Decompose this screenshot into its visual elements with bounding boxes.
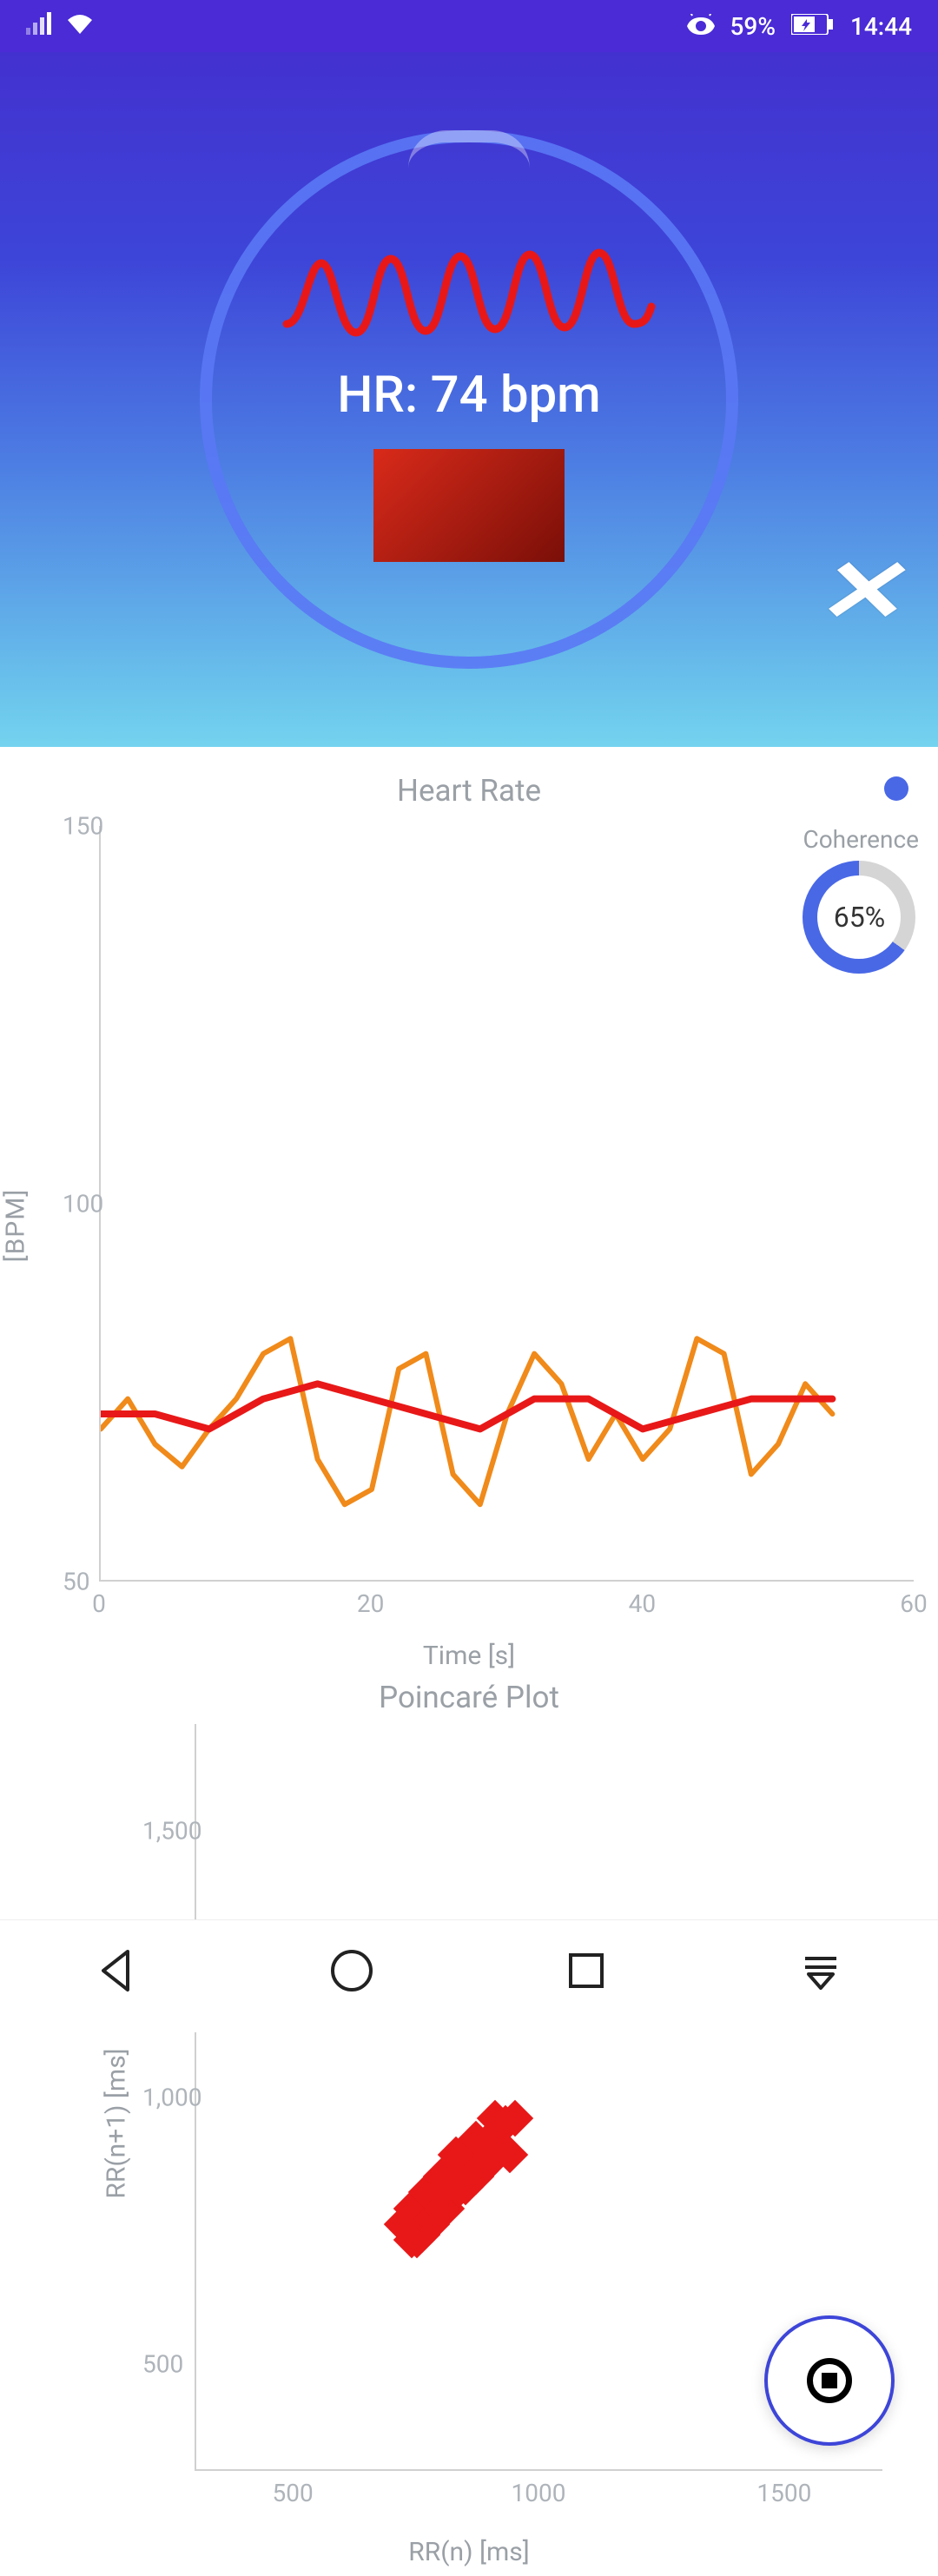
x-tick: 40 xyxy=(629,1589,656,1618)
poincare-title: Poincaré Plot xyxy=(21,1680,917,1715)
wifi-icon xyxy=(65,12,95,41)
hr-ring: HR: 74 bpm xyxy=(200,130,738,669)
recents-button[interactable] xyxy=(562,1946,611,2007)
close-button[interactable]: ✕ xyxy=(810,540,924,643)
hero-panel: HR: 74 bpm ✕ xyxy=(0,52,938,747)
status-time: 14:44 xyxy=(850,12,912,41)
hr-y-axis-label: [BPM] xyxy=(1,1189,31,1263)
hr-x-axis-label: Time [s] xyxy=(21,1641,917,1671)
signal-icon xyxy=(26,12,52,41)
stop-icon xyxy=(807,2358,852,2403)
x-tick: 1000 xyxy=(512,2479,566,2507)
coherence-value: 65% xyxy=(834,901,885,934)
y-tick: 150 xyxy=(63,812,103,841)
y-tick: 1,500 xyxy=(142,1816,201,1845)
eye-icon xyxy=(687,12,715,41)
x-tick: 500 xyxy=(273,2479,314,2507)
x-tick: 1500 xyxy=(756,2479,811,2507)
home-button[interactable] xyxy=(327,1946,376,2007)
legend-indicator xyxy=(884,776,908,801)
y-tick: 100 xyxy=(63,1190,103,1219)
hr-chart: [BPM] 501001500204060 xyxy=(21,817,917,1634)
y-tick: 500 xyxy=(142,2350,183,2379)
x-tick: 60 xyxy=(900,1589,927,1618)
x-tick: 20 xyxy=(357,1589,384,1618)
x-tick: 0 xyxy=(92,1589,106,1618)
back-button[interactable] xyxy=(93,1946,142,2007)
pulse-wave-icon xyxy=(278,237,660,341)
y-tick: 50 xyxy=(63,1568,89,1596)
poincare-x-axis-label: RR(n) [ms] xyxy=(21,2537,917,2567)
poincare-y-axis-label: RR(n+1) [ms] xyxy=(102,2048,132,2198)
hr-chart-title: Heart Rate xyxy=(21,773,917,809)
battery-icon xyxy=(791,12,835,41)
y-tick: 1,000 xyxy=(142,2084,201,2112)
main-content: Heart Rate Coherence 65% [BPM] 501001500… xyxy=(0,747,938,2576)
system-nav-bar xyxy=(0,1919,938,2032)
camera-preview xyxy=(373,449,565,562)
stop-record-button[interactable] xyxy=(764,2315,895,2446)
status-bar: 59% 14:44 xyxy=(0,0,938,52)
hr-value: HR: 74 bpm xyxy=(337,366,600,425)
battery-percent: 59% xyxy=(730,12,776,41)
drawer-button[interactable] xyxy=(796,1946,845,2007)
